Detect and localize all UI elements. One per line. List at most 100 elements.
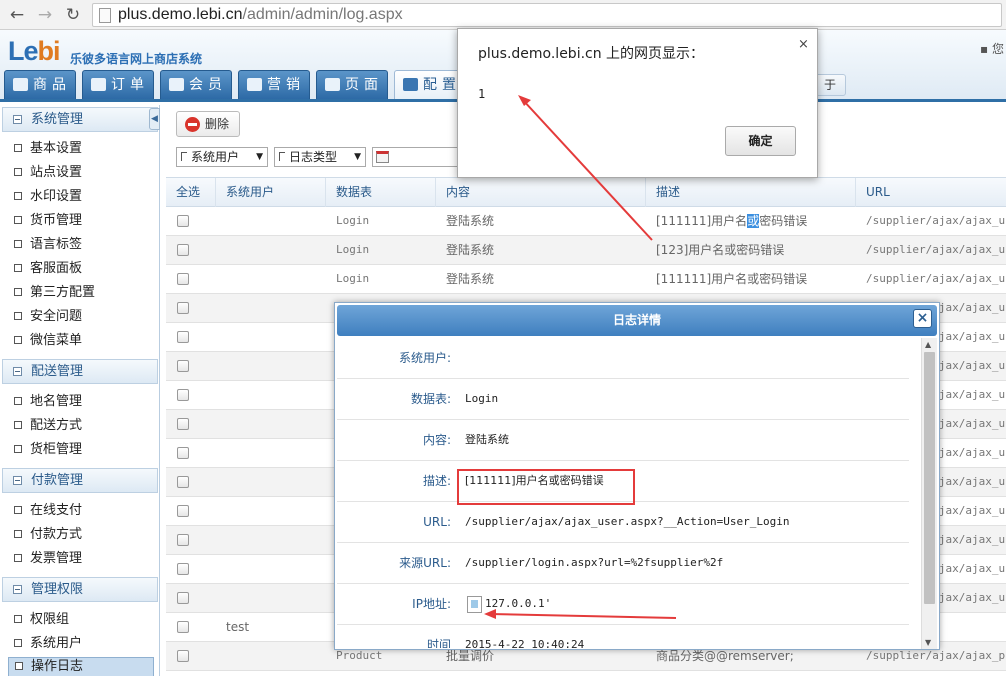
bullet-icon bbox=[14, 264, 22, 272]
address-bar[interactable]: plus.demo.lebi.cn/admin/admin/log.aspx bbox=[92, 3, 1002, 27]
table-cell: test bbox=[226, 620, 250, 634]
bullet-icon bbox=[14, 168, 22, 176]
sidebar-item[interactable]: 站点设置 bbox=[14, 164, 82, 182]
sidebar-item[interactable]: 在线支付 bbox=[14, 502, 82, 520]
alert-close-icon[interactable]: × bbox=[798, 37, 809, 52]
sidebar-item[interactable]: 发票管理 bbox=[14, 550, 82, 568]
table-row[interactable]: Login 登陆系统 [111111]用户名或密码错误/supplier/ajax/… bbox=[166, 207, 1006, 236]
row-checkbox[interactable] bbox=[177, 273, 189, 285]
sidebar-item[interactable]: 语言标签 bbox=[14, 236, 82, 254]
user-filter-select[interactable]: 系统用户 ▼ bbox=[176, 147, 268, 167]
scroll-up-icon[interactable]: ▲ bbox=[925, 340, 931, 349]
tab-about[interactable]: 于 bbox=[814, 74, 846, 96]
sidebar-group-permissions[interactable]: 管理权限 bbox=[2, 577, 158, 602]
sidebar-item[interactable]: 货币管理 bbox=[14, 212, 82, 230]
sidebar-item[interactable]: 地名管理 bbox=[14, 393, 82, 411]
row-checkbox[interactable] bbox=[177, 650, 189, 662]
sidebar-item[interactable]: 基本设置 bbox=[14, 140, 82, 158]
row-checkbox[interactable] bbox=[177, 447, 189, 459]
field-label: 描述: bbox=[422, 474, 451, 488]
sidebar-item[interactable]: 安全问题 bbox=[14, 308, 82, 326]
sidebar-item[interactable]: 微信菜单 bbox=[14, 332, 82, 350]
delete-button[interactable]: 删除 bbox=[176, 111, 240, 137]
row-checkbox[interactable] bbox=[177, 505, 189, 517]
field-label: 内容: bbox=[422, 433, 451, 447]
table-cell bbox=[216, 526, 326, 554]
sidebar-item[interactable]: 系统用户 bbox=[14, 635, 82, 653]
row-checkbox[interactable] bbox=[177, 418, 189, 430]
bullet-icon bbox=[14, 288, 22, 296]
bullet-icon bbox=[14, 554, 22, 562]
dialog-scrollbar[interactable]: ▲ ▼ bbox=[921, 338, 937, 649]
bullet-icon bbox=[14, 421, 22, 429]
sidebar-item[interactable]: 货柜管理 bbox=[14, 441, 82, 459]
tab-orders[interactable]: 订单 bbox=[82, 70, 154, 99]
table-cell: /supplier/ajax/ajax_user bbox=[866, 214, 1006, 227]
tab-config[interactable]: 配置 bbox=[394, 70, 466, 99]
row-checkbox[interactable] bbox=[177, 476, 189, 488]
collapse-icon bbox=[13, 476, 22, 485]
sidebar-item-operation-log[interactable]: 操作日志 bbox=[8, 657, 154, 676]
sidebar-item[interactable]: 水印设置 bbox=[14, 188, 82, 206]
row-checkbox[interactable] bbox=[177, 360, 189, 372]
row-checkbox[interactable] bbox=[177, 621, 189, 633]
field-value: /supplier/ajax/ajax_user.aspx?__Action=U… bbox=[465, 515, 790, 528]
field-label: IP地址: bbox=[412, 597, 451, 611]
tab-pages[interactable]: 页面 bbox=[316, 70, 388, 99]
row-checkbox[interactable] bbox=[177, 592, 189, 604]
table-cell bbox=[216, 323, 326, 351]
sidebar-group-system[interactable]: 系统管理 bbox=[2, 107, 158, 132]
detail-row: 数据表: Login bbox=[337, 379, 909, 420]
alert-ok-button[interactable]: 确定 bbox=[725, 126, 796, 156]
dialog-close-icon[interactable]: × bbox=[913, 309, 932, 328]
table-row[interactable]: Login 登陆系统 [123]用户名或密码错误/supplier/ajax/aja… bbox=[166, 236, 1006, 265]
sidebar-group-delivery[interactable]: 配送管理 bbox=[2, 359, 158, 384]
sidebar-item[interactable]: 配送方式 bbox=[14, 417, 82, 435]
page-icon bbox=[99, 8, 111, 23]
bullet-icon bbox=[14, 615, 22, 623]
sidebar-item[interactable]: 付款方式 bbox=[14, 526, 82, 544]
table-cell: 登陆系统 bbox=[446, 243, 495, 257]
detail-row: 时间 2015-4-22 10:40:24 bbox=[337, 625, 909, 648]
table-cell: [111111]用户名或密码错误 bbox=[656, 214, 808, 228]
table-cell: [111111]用户名或密码错误 bbox=[656, 272, 808, 286]
chevron-down-icon: ▼ bbox=[256, 152, 263, 162]
table-header: 全选 系统用户 数据表 内容 描述 URL bbox=[166, 177, 1006, 207]
forward-arrow-icon[interactable]: → bbox=[34, 4, 56, 26]
row-checkbox[interactable] bbox=[177, 534, 189, 546]
date-input[interactable] bbox=[372, 147, 462, 167]
sidebar-item[interactable]: 第三方配置 bbox=[14, 284, 95, 302]
table-cell bbox=[216, 584, 326, 612]
products-icon bbox=[13, 78, 28, 91]
log-type-select[interactable]: 日志类型 ▼ bbox=[274, 147, 366, 167]
sidebar-item[interactable]: 客服面板 bbox=[14, 260, 82, 278]
table-cell bbox=[216, 352, 326, 380]
tab-members[interactable]: 会员 bbox=[160, 70, 232, 99]
bullet-icon bbox=[14, 530, 22, 538]
scroll-down-icon[interactable]: ▼ bbox=[925, 638, 931, 647]
bullet-icon bbox=[14, 192, 22, 200]
sidebar-group-payment[interactable]: 付款管理 bbox=[2, 468, 158, 493]
row-checkbox[interactable] bbox=[177, 215, 189, 227]
row-checkbox[interactable] bbox=[177, 389, 189, 401]
row-checkbox[interactable] bbox=[177, 244, 189, 256]
scroll-thumb[interactable] bbox=[924, 352, 935, 604]
table-cell bbox=[216, 468, 326, 496]
row-checkbox[interactable] bbox=[177, 331, 189, 343]
row-checkbox[interactable] bbox=[177, 563, 189, 575]
column-header: 描述 bbox=[646, 178, 856, 207]
back-arrow-icon[interactable]: ← bbox=[6, 4, 28, 26]
tab-marketing[interactable]: 营销 bbox=[238, 70, 310, 99]
table-cell: /supplier/ajax/ajax_user bbox=[866, 243, 1006, 256]
table-cell bbox=[216, 410, 326, 438]
row-checkbox[interactable] bbox=[177, 302, 189, 314]
reload-icon[interactable]: ↻ bbox=[62, 4, 84, 26]
sidebar-collapse-toggle[interactable]: ◀ bbox=[149, 108, 160, 130]
tab-products[interactable]: 商品 bbox=[4, 70, 76, 99]
select-all-header[interactable]: 全选 bbox=[166, 178, 216, 207]
sidebar-item[interactable]: 权限组 bbox=[14, 611, 69, 629]
calendar-icon[interactable] bbox=[376, 151, 389, 163]
bullet-icon bbox=[14, 506, 22, 514]
table-row[interactable]: Login 登陆系统 [111111]用户名或密码错误/supplier/ajax/… bbox=[166, 265, 1006, 294]
table-cell: 登陆系统 bbox=[446, 272, 495, 286]
